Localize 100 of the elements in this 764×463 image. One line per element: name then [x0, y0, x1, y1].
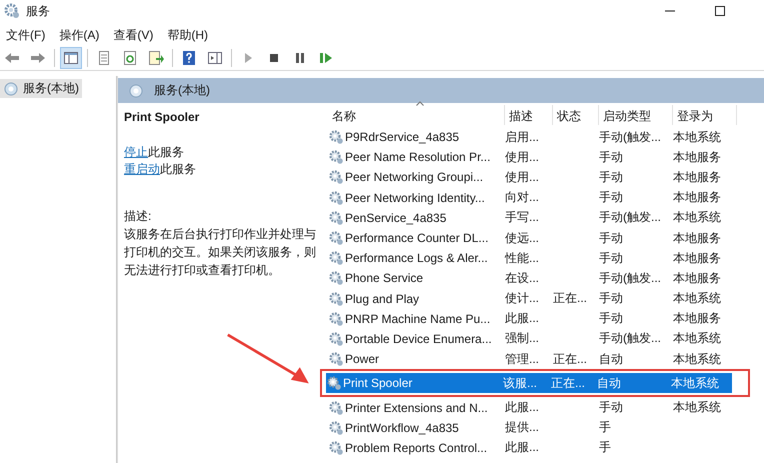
window-title: 服务 [26, 2, 50, 20]
gear-icon [328, 400, 344, 416]
service-row[interactable]: Performance Logs & Aler... 性能... 手动 本地服务 [328, 248, 734, 268]
gear-icon [328, 230, 344, 246]
column-header[interactable]: 名称 [328, 105, 505, 125]
table-cell: Peer Name Resolution Pr... [345, 150, 490, 164]
table-cell: 使远... [505, 230, 540, 245]
table-cell: 正在... [553, 352, 588, 366]
table-cell: Peer Networking Identity... [345, 190, 485, 205]
services-icon [128, 82, 144, 98]
description-text: 该服务在后台执行打印作业并处理与打印机的交互。如果关闭该服务，则无法进行打印或查看打印机。 [124, 226, 317, 279]
table-cell: 手动(触发... [599, 270, 661, 285]
service-row[interactable]: Portable Device Enumera... 强制... 手动(触发... 本地系统 [328, 328, 734, 350]
service-row[interactable]: Peer Networking Identity... 向对... 手动 本地服务 [328, 188, 734, 208]
gear-icon [328, 210, 344, 226]
gear-icon [328, 440, 344, 456]
table-cell: 使用... [505, 150, 540, 164]
table-cell: 该服... [503, 376, 538, 390]
gear-icon [328, 330, 344, 347]
table-cell: 自动 [597, 376, 621, 390]
console-tree-icon[interactable] [61, 48, 81, 68]
table-cell: 使计... [505, 291, 540, 306]
gear-icon [328, 270, 344, 286]
table-cell: 手 [599, 420, 611, 434]
table-cell: 使用... [505, 170, 540, 184]
table-cell: 手动 [599, 400, 623, 414]
action-link[interactable]: 停止 [124, 145, 148, 159]
service-row[interactable]: Peer Name Resolution Pr... 使用... 手动 本地服务 [328, 147, 734, 168]
tree-item[interactable]: 服务(本地) [0, 79, 82, 98]
service-row[interactable]: Peer Networking Groupi... 使用... 手动 本地服务 [328, 167, 734, 188]
column-header[interactable]: 登录为 [673, 105, 737, 125]
service-row[interactable]: PenService_4a835 手写... 手动(触发... 本地系统 [328, 208, 734, 228]
table-cell: Peer Networking Groupi... [345, 170, 484, 184]
table-cell: Print Spooler [343, 376, 412, 390]
menu-item[interactable]: 文件(F) [6, 26, 46, 44]
service-row[interactable]: Printer Extensions and N... 此服... 手动 本地系统 [328, 397, 734, 418]
service-row[interactable]: Power 管理... 正在... 自动 本地系统 [328, 349, 734, 370]
table-cell: Plug and Play [345, 292, 420, 306]
table-cell: 手动(触发... [599, 210, 661, 224]
table-cell: 正在... [553, 291, 588, 306]
service-row[interactable]: Plug and Play 使计... 正在... 手动 本地系统 [328, 288, 734, 309]
table-cell: P9RdrService_4a835 [345, 130, 460, 144]
export-icon[interactable] [146, 48, 166, 68]
table-cell: 本地服务 [673, 150, 721, 164]
table-cell: 本地系统 [673, 352, 721, 366]
gear-icon [328, 149, 344, 166]
column-header[interactable]: 状态 [553, 105, 599, 125]
service-row[interactable]: Performance Counter DL... 使远... 手动 本地服务 [328, 228, 734, 248]
table-cell: 手动 [599, 170, 623, 184]
table-cell: Performance Logs & Aler... [345, 251, 488, 266]
table-cell: 本地系统 [673, 331, 721, 346]
service-row[interactable]: Phone Service 在设... 手动(触发... 本地服务 [328, 268, 734, 288]
table-cell: 手动(触发... [599, 331, 661, 346]
table-cell: Performance Counter DL... [345, 231, 488, 246]
table-cell: PNRP Machine Name Pu... [345, 312, 490, 326]
table-cell: 手 [599, 440, 611, 454]
table-cell: 此服... [505, 400, 540, 414]
table-cell: 本地服务 [673, 230, 721, 245]
table-cell: 向对... [505, 190, 540, 204]
table-cell: 此服... [505, 440, 540, 454]
table-cell: 本地服务 [673, 250, 721, 265]
service-row[interactable]: Print Spooler 该服... 正在... 自动 本地系统 [326, 373, 732, 394]
table-cell: PrintWorkflow_4a835 [345, 420, 459, 435]
gear-icon [4, 3, 20, 19]
gear-icon [328, 351, 344, 368]
table-cell: Portable Device Enumera... [345, 332, 492, 346]
table-cell: PenService_4a835 [345, 210, 446, 225]
table-cell: 自动 [599, 352, 623, 366]
table-cell: 本地系统 [671, 376, 719, 390]
service-row[interactable]: Problem Reports Control... 此服... 手 [328, 438, 734, 458]
service-row[interactable]: PNRP Machine Name Pu... 此服... 手动 本地服务 [328, 308, 734, 329]
gear-icon [328, 169, 344, 186]
service-row[interactable]: P9RdrService_4a835 启用... 手动(触发... 本地系统 [328, 127, 734, 148]
table-cell: 管理... [505, 352, 540, 366]
table-cell: 手动 [599, 311, 623, 326]
column-header[interactable]: 启动类型 [599, 105, 673, 125]
table-cell: 手动(触发... [599, 130, 661, 144]
table-cell: 本地服务 [673, 270, 721, 285]
maximize-icon[interactable] [714, 5, 726, 17]
gear-icon [328, 290, 344, 307]
table-cell: 性能... [505, 250, 540, 265]
service-row[interactable]: PrintWorkflow_4a835 提供... 手 [328, 418, 734, 438]
action-text: 停止此服务 [124, 144, 185, 161]
table-cell: 手动 [599, 250, 623, 265]
table-cell: 手动 [599, 150, 623, 164]
table-cell: Phone Service [345, 271, 424, 286]
table-cell: Problem Reports Control... [345, 440, 488, 455]
gear-icon [328, 250, 344, 266]
gear-icon [328, 420, 344, 436]
table-cell: Power [345, 352, 380, 366]
column-header[interactable]: 描述 [505, 105, 553, 125]
table-cell: 在设... [505, 270, 540, 285]
table-cell: 本地服务 [673, 170, 721, 184]
action-link[interactable]: 重启动 [124, 162, 160, 176]
table-cell: 本地系统 [673, 130, 721, 144]
table-cell: 本地服务 [673, 311, 721, 326]
menu-item[interactable]: 帮助(H) [167, 26, 208, 44]
menu-item[interactable]: 查看(V) [113, 26, 154, 44]
table-cell: 手动 [599, 190, 623, 204]
menu-item[interactable]: 操作(A) [59, 26, 100, 44]
